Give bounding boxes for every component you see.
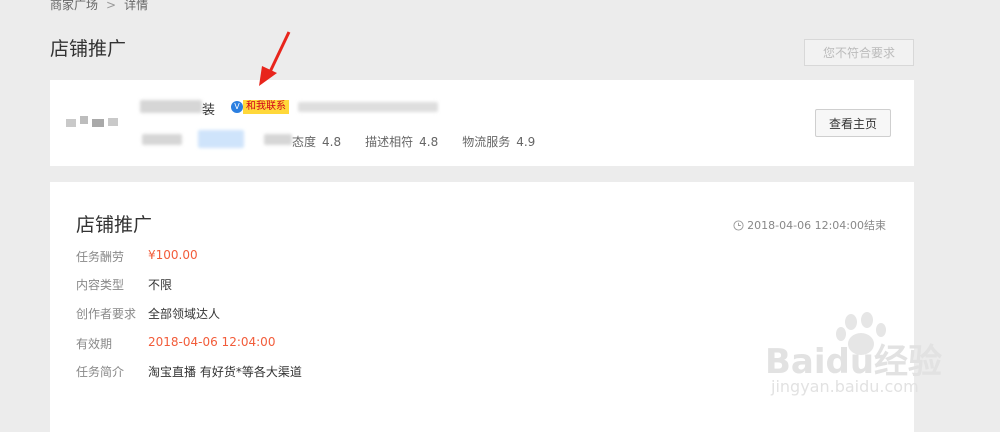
breadcrumb-separator: >	[106, 0, 117, 12]
field-value: 全部领域达人	[148, 307, 221, 321]
shop-ratings: 态度 4.8 描述相符 4.8 物流服务 4.9	[292, 133, 559, 150]
shop-name-blurred	[140, 100, 202, 113]
watermark-brand: Baidu经验	[765, 342, 943, 382]
field-label: 内容类型	[76, 278, 125, 292]
verified-icon: V	[231, 101, 243, 113]
field-value: 不限	[148, 278, 173, 292]
field-label: 任务简介	[76, 365, 125, 379]
field-value: ¥100.00	[148, 248, 198, 262]
annotation-arrow-icon	[259, 31, 291, 86]
field-reward: 任务酬劳 ¥100.00	[76, 248, 198, 265]
shop-info-blurred	[298, 102, 438, 112]
rating-label-blurred	[264, 134, 292, 145]
field-label: 有效期	[76, 337, 113, 351]
rating-logistics: 物流服务 4.9	[462, 135, 536, 149]
field-validity: 有效期 2018-04-06 12:04:00	[76, 335, 275, 352]
baidu-jingyan-watermark: Baidu经验 jingyan.baidu.com	[765, 312, 995, 412]
watermark-url: jingyan.baidu.com	[771, 377, 919, 396]
shop-avatar[interactable]	[66, 113, 124, 133]
field-creator-requirement: 创作者要求 全部领域达人	[76, 305, 220, 322]
shop-name[interactable]: 装	[202, 99, 215, 118]
shop-level-blurred	[142, 134, 182, 145]
field-value: 2018-04-06 12:04:00	[148, 335, 276, 349]
not-eligible-button[interactable]: 您不符合要求	[804, 39, 914, 66]
field-task-summary: 任务简介 淘宝直播 有好货*等各大渠道	[76, 363, 302, 380]
field-content-type: 内容类型 不限	[76, 276, 172, 293]
breadcrumb-parent-link[interactable]: 商家广场	[50, 0, 98, 12]
breadcrumb: 商家广场 > 详情	[50, 0, 148, 13]
view-homepage-button[interactable]: 查看主页	[815, 109, 891, 137]
shop-card: 装 V 和我联系 态度 4.8 描述相符 4.8 物流服务 4.9 查看主页	[50, 80, 914, 166]
field-label: 创作者要求	[76, 307, 137, 321]
task-end-time: 2018-04-06 12:04:00结束	[733, 217, 886, 233]
shop-badge-blurred	[198, 130, 244, 148]
page-title: 店铺推广	[50, 38, 127, 60]
field-label: 任务酬劳	[76, 250, 125, 264]
end-time-text: 2018-04-06 12:04:00结束	[747, 219, 886, 232]
breadcrumb-current: 详情	[124, 0, 149, 12]
rating-service: 态度 4.8	[292, 135, 342, 149]
field-value: 淘宝直播 有好货*等各大渠道	[148, 365, 302, 379]
task-title: 店铺推广	[76, 214, 153, 236]
clock-icon	[733, 219, 744, 231]
rating-description: 描述相符 4.8	[365, 135, 439, 149]
